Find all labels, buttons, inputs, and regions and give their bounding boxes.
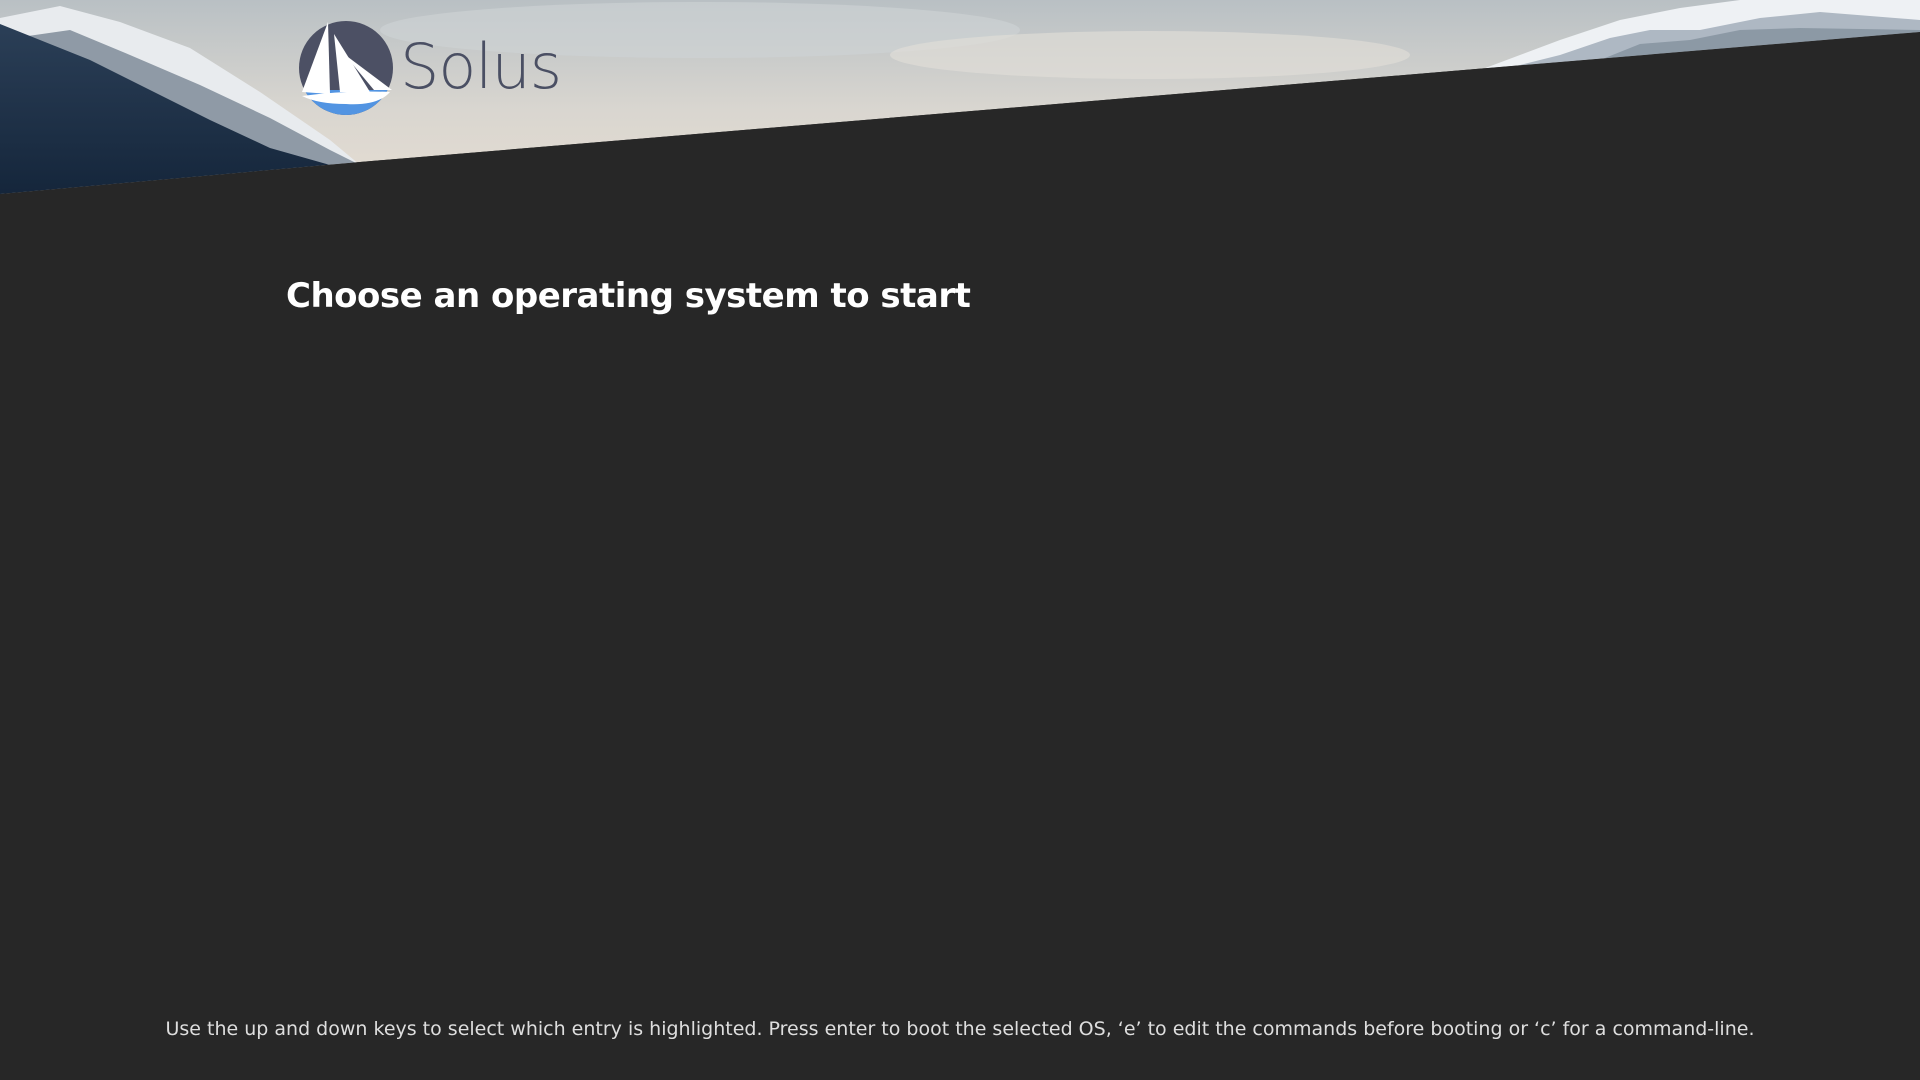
solus-wordmark: Solus <box>400 29 562 103</box>
boot-entry-list[interactable] <box>286 340 1634 980</box>
boot-screen: Solus Choose an operating system to star… <box>0 0 1920 1080</box>
solus-sailboat-icon <box>299 21 393 115</box>
mountain-header-image <box>0 0 1920 200</box>
solus-logo: Solus <box>298 18 562 118</box>
page-title: Choose an operating system to start <box>286 276 971 316</box>
help-instructions: Use the up and down keys to select which… <box>165 1018 1755 1040</box>
